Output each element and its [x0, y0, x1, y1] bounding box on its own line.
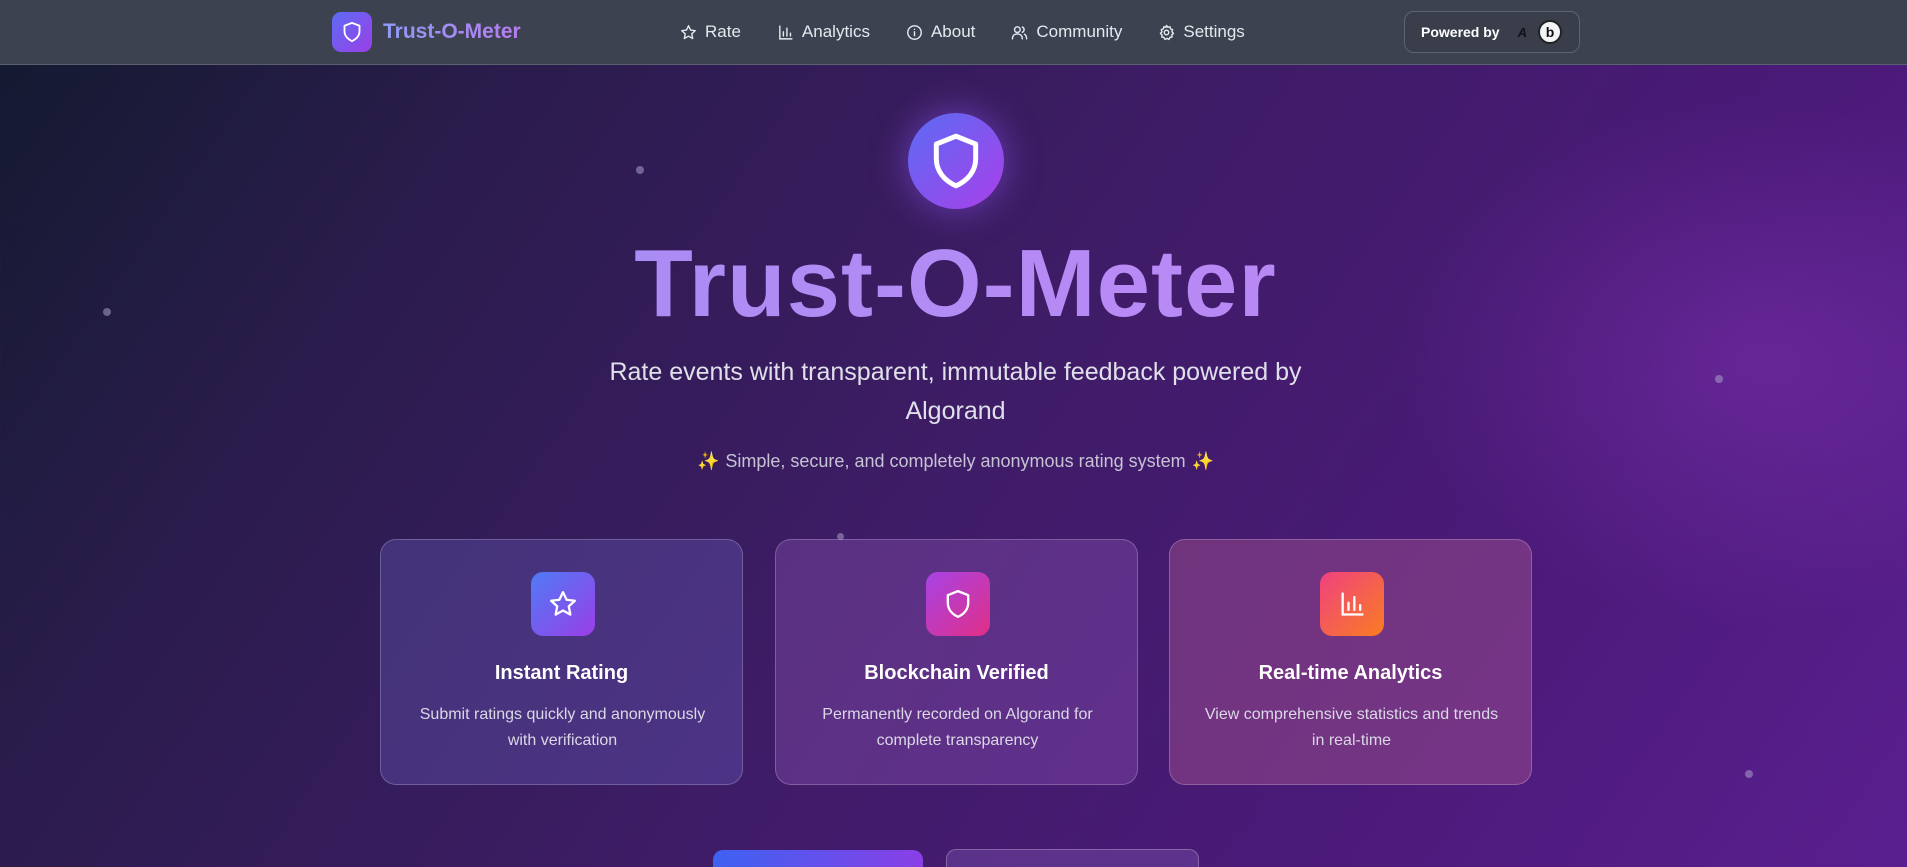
shield-icon	[926, 572, 990, 636]
feature-description: View comprehensive statistics and trends…	[1204, 706, 1499, 749]
hero-tagline: ✨ Simple, secure, and completely anonymou…	[0, 448, 1907, 474]
primary-cta-button[interactable]	[713, 850, 923, 867]
sparkles-icon: ✨	[696, 451, 720, 471]
nav-item-label: Community	[1036, 22, 1123, 41]
algorand-logo: A	[1517, 24, 1527, 40]
b-logo: b	[1537, 20, 1562, 44]
info-icon	[906, 24, 923, 41]
secondary-cta-button[interactable]	[946, 849, 1199, 867]
star-icon	[531, 572, 595, 636]
decorative-dot	[1715, 375, 1723, 383]
brand-link[interactable]: Trust-O-Meter	[332, 12, 521, 52]
hero-tagline-text: Simple, secure, and completely anonymous…	[725, 451, 1186, 471]
users-icon	[1011, 24, 1028, 41]
bar-chart-icon	[1320, 572, 1384, 636]
brand-name: Trust-O-Meter	[383, 20, 521, 43]
feature-card-instant-rating: Instant Rating Submit ratings quickly an…	[380, 539, 743, 785]
feature-description: Permanently recorded on Algorand for com…	[822, 706, 1093, 749]
hero-title: Trust-O-Meter	[0, 228, 1907, 340]
nav-item-label: Rate	[705, 22, 741, 41]
feature-description: Submit ratings quickly and anonymously w…	[419, 706, 706, 749]
bar-chart-icon	[777, 24, 794, 41]
decorative-dot	[1745, 770, 1753, 778]
feature-card-blockchain-verified: Blockchain Verified Permanently recorded…	[775, 539, 1138, 785]
shield-icon	[908, 113, 1004, 209]
top-navbar: Trust-O-Meter Rate Analytics About Commu…	[0, 0, 1907, 65]
nav-item-analytics[interactable]: Analytics	[777, 20, 870, 44]
powered-by-badge[interactable]: Powered by A b	[1404, 11, 1580, 53]
nav-item-community[interactable]: Community	[1011, 20, 1122, 44]
nav-item-label: Analytics	[801, 22, 870, 41]
shield-icon	[332, 12, 372, 52]
sparkles-icon: ✨	[1191, 451, 1215, 471]
gear-icon	[1158, 24, 1175, 41]
feature-title: Blockchain Verified	[864, 662, 1049, 684]
nav-item-about[interactable]: About	[906, 20, 975, 44]
powered-by-label: Powered by	[1421, 24, 1500, 40]
feature-title: Real-time Analytics	[1258, 662, 1443, 684]
nav-item-settings[interactable]: Settings	[1158, 20, 1245, 44]
star-icon	[680, 24, 697, 41]
main-nav: Rate Analytics About Community Settings	[680, 20, 1281, 44]
nav-item-label: About	[930, 22, 976, 41]
feature-card-real-time-analytics: Real-time Analytics View comprehensive s…	[1169, 539, 1532, 785]
feature-title: Instant Rating	[494, 662, 629, 684]
decorative-dot	[636, 166, 644, 174]
nav-item-label: Settings	[1183, 22, 1245, 41]
nav-item-rate[interactable]: Rate	[680, 20, 741, 44]
hero-subtitle: Rate events with transparent, immutable …	[609, 358, 1302, 425]
